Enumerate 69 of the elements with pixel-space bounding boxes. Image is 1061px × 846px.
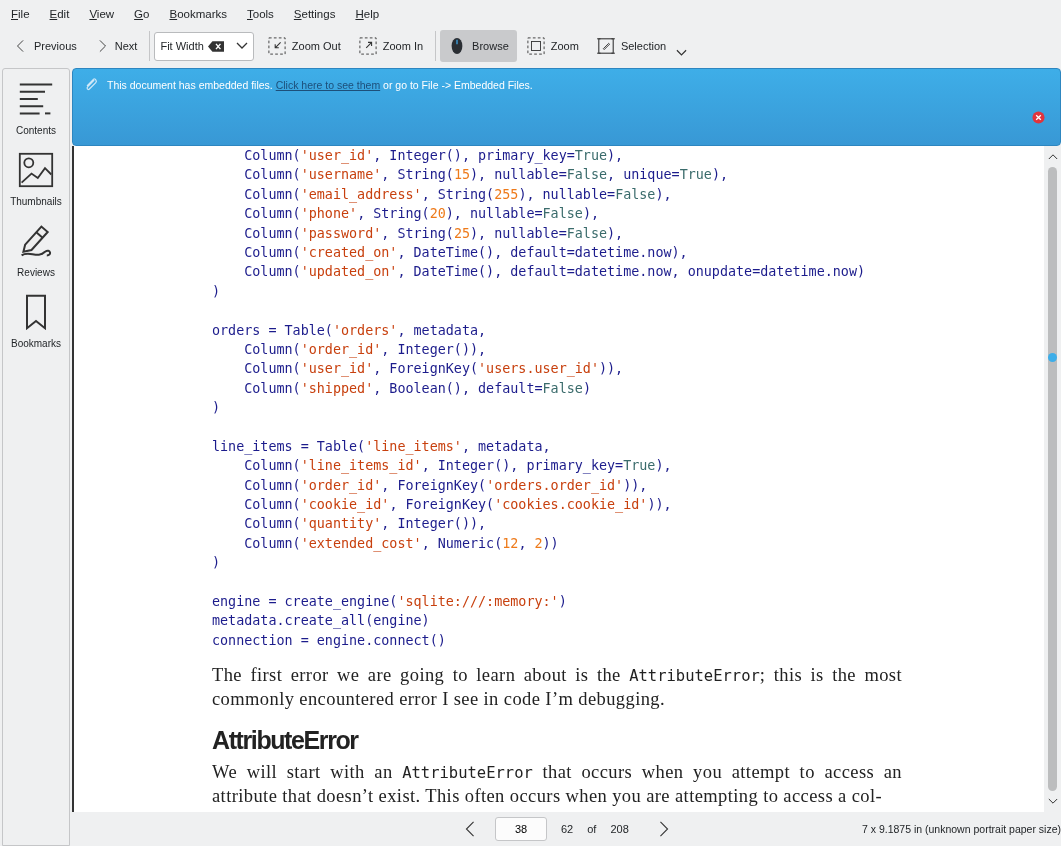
sidebar-item[interactable]: Thumbnails — [4, 148, 68, 213]
sidebar-item[interactable]: Bookmarks — [4, 290, 68, 355]
code-line: connection = engine.connect() — [212, 631, 447, 650]
menu-item[interactable]: File — [4, 8, 37, 20]
of-label: of — [587, 823, 597, 835]
next-page-icon[interactable] — [658, 821, 669, 837]
selection-button[interactable]: Selection — [588, 30, 675, 62]
menu-item[interactable]: Help — [348, 8, 387, 20]
code-line: ) — [212, 282, 222, 301]
code-line: Column('username', String(15), nullable=False, unique=True), — [243, 166, 729, 185]
lines-icon — [18, 81, 54, 117]
code-line: Column('phone', String(20), nullable=False), — [243, 205, 600, 224]
caret-icon[interactable] — [676, 49, 688, 57]
code-line: ) — [212, 399, 222, 418]
menu-item[interactable]: View — [82, 8, 122, 20]
scrollbar-track[interactable] — [1048, 167, 1057, 791]
page-number-field[interactable]: 38 — [495, 817, 547, 841]
browse-button[interactable]: Browse — [440, 30, 517, 62]
code-line: Column('shipped', Boolean(), default=False) — [243, 379, 592, 398]
code-line: metadata.create_all(engine) — [212, 612, 431, 631]
body-paragraph: We will start with an AttributeError that occurs when you attempt to access an attribute that doesn’t exist. This often occurs when you are attempting to access a col- — [212, 761, 902, 809]
menu-item[interactable]: Settings — [286, 8, 343, 20]
zoom-out-icon — [267, 37, 286, 55]
scroll-down-icon[interactable] — [1047, 798, 1058, 805]
code-line: Column('order_id', Integer()), — [243, 340, 488, 360]
zoom-in-button[interactable]: Zoom In — [350, 30, 432, 62]
code-line: Column('updated_on', DateTime(), default=datetime.now, onupdate=datetime.now) — [243, 263, 867, 282]
next-button[interactable]: Next — [86, 30, 146, 62]
section-heading: AttributeError — [212, 725, 360, 756]
sidebar-item[interactable]: Contents — [4, 77, 68, 142]
menu-item[interactable]: Tools — [240, 8, 281, 20]
body-paragraph: The first error we are going to learn about is the AttributeError; this is the most commonly encountered error I see in code I’m debugging. — [212, 664, 902, 712]
code-line: ) — [212, 554, 222, 573]
zoom-icon — [526, 37, 545, 55]
code-line: Column('email_address', String(255), nullable=False), — [243, 185, 673, 205]
page-total: 208 — [610, 823, 629, 835]
menu-item[interactable]: Edit — [42, 8, 77, 20]
pen-icon — [18, 223, 54, 259]
menu-item[interactable]: Bookmarks — [162, 8, 234, 20]
zoom-out-button[interactable]: Zoom Out — [259, 30, 349, 62]
code-line: Column('created_on', DateTime(), default=datetime.now), — [243, 243, 689, 263]
zoom-in-icon — [358, 37, 377, 55]
code-line: Column('order_id', ForeignKey('orders.order_id')), — [243, 476, 649, 496]
code-line: Column('user_id', ForeignKey('users.user_id')), — [243, 360, 625, 379]
menu-item[interactable]: Go — [127, 8, 157, 20]
selection-icon — [596, 37, 615, 55]
scroll-up-icon[interactable] — [1047, 153, 1058, 160]
previous-page-icon[interactable] — [465, 821, 475, 837]
paper-size-label: 7 x 9.1875 in (unknown portrait paper size) — [861, 823, 1061, 835]
code-line: Column('quantity', Integer()), — [243, 515, 488, 534]
code-line: Column('cookie_id', ForeignKey('cookies.cookie_id')), — [243, 496, 673, 515]
caret-icon — [235, 42, 248, 50]
zoom-combo[interactable]: Fit Width — [154, 31, 254, 61]
code-line: Column('extended_cost', Numeric(12, 2)) — [243, 534, 560, 554]
code-line: engine = create_engine('sqlite:///:memory:') — [212, 593, 568, 612]
page-label: 62 — [561, 823, 574, 835]
code-line: line_items = Table('line_items', metadata, — [212, 437, 552, 457]
clear-icon — [207, 40, 224, 52]
zoom-button[interactable]: Zoom — [518, 30, 587, 62]
close-icon[interactable] — [1032, 111, 1045, 124]
scroll-handle[interactable] — [1048, 353, 1057, 362]
banner-text: This document has embedded files. Click here to see them or go to File -> Embedded Files. — [107, 79, 533, 91]
image-icon — [18, 152, 54, 188]
code-line: Column('user_id', Integer(), primary_key=True), — [243, 147, 625, 166]
code-line: Column('password', String(25), nullable=False), — [243, 224, 625, 243]
sidebar-item[interactable]: Reviews — [4, 219, 68, 284]
code-line: orders = Table('orders', metadata, — [212, 321, 488, 340]
code-line: Column('line_items_id', Integer(), primary_key=True), — [243, 457, 673, 476]
previous-button[interactable]: Previous — [6, 30, 85, 62]
